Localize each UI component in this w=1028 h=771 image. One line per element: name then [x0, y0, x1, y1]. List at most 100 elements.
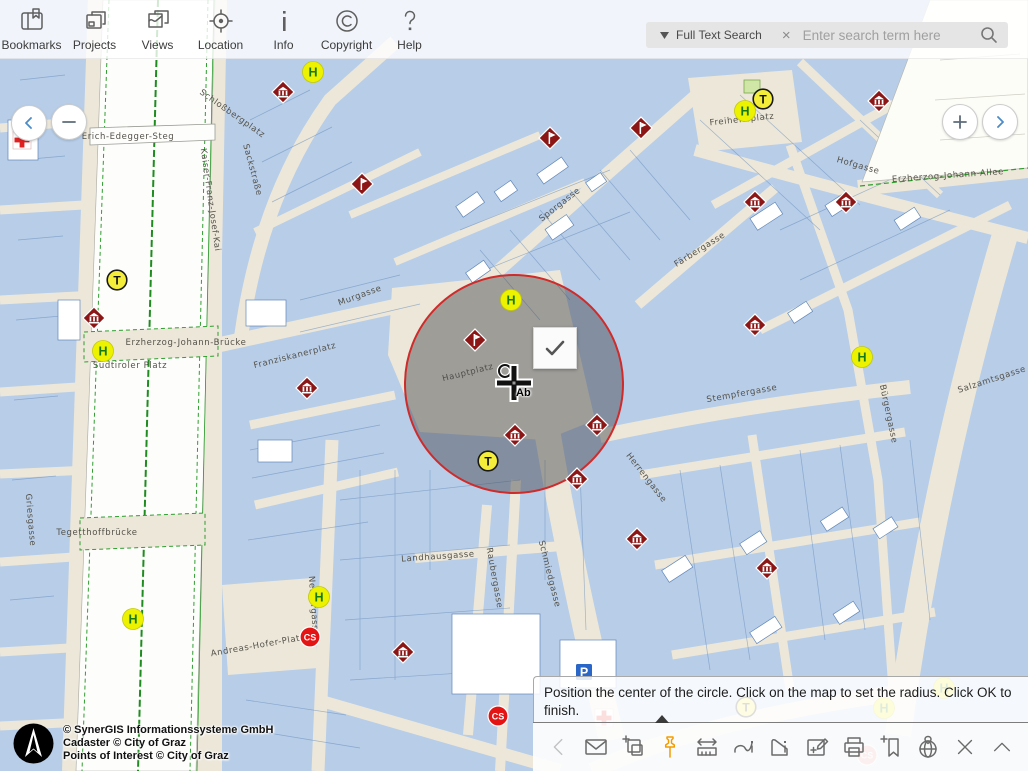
zoom-out-button[interactable] [51, 104, 87, 140]
poi-museum-marker[interactable] [866, 88, 892, 114]
copyright-button[interactable]: Copyright [315, 1, 378, 57]
poi-museum-marker[interactable] [270, 79, 296, 105]
previous-tool-button[interactable] [544, 732, 574, 762]
poi-museum-marker[interactable] [81, 305, 107, 331]
pushpin-tool-button[interactable] [655, 732, 685, 762]
send-mail-button[interactable] [581, 732, 611, 762]
copyright-icon [332, 6, 362, 36]
toolbar-expand-handle[interactable] [655, 715, 669, 723]
location-label: Location [198, 38, 243, 52]
svg-text:H: H [506, 294, 515, 308]
checkmark-icon [542, 335, 568, 361]
poi-bus-stop-marker[interactable]: H [308, 586, 331, 609]
search-submit-button[interactable] [970, 26, 1008, 44]
close-icon [953, 735, 977, 759]
history-back-button[interactable] [11, 105, 47, 141]
search-icon [980, 26, 998, 44]
search-category-label: Full Text Search [676, 28, 762, 42]
globe-pin-icon [915, 734, 941, 760]
svg-text:H: H [857, 351, 866, 365]
poi-museum-marker[interactable] [294, 375, 320, 401]
measure-distance-icon [694, 734, 720, 760]
chevron-left-icon [547, 735, 571, 759]
measure-area-info-icon [767, 734, 793, 760]
copyright-line: Points of Interest © City of Graz [63, 750, 273, 763]
poi-flag-marker[interactable] [537, 125, 563, 151]
poi-tram-stop-marker[interactable]: T [477, 450, 500, 473]
poi-bus-stop-marker[interactable]: H [122, 608, 145, 631]
projects-icon [80, 6, 110, 36]
location-button[interactable]: Location [189, 1, 252, 57]
svg-text:H: H [740, 105, 749, 119]
projects-button[interactable]: Projects [63, 1, 126, 57]
print-button[interactable] [839, 732, 869, 762]
poi-museum-marker[interactable] [742, 312, 768, 338]
globe-location-button[interactable] [913, 732, 943, 762]
minus-icon [61, 114, 77, 130]
views-icon [143, 6, 173, 36]
svg-text:T: T [484, 454, 492, 468]
poi-tram-stop-marker[interactable]: T [752, 88, 775, 111]
add-bookmark-button[interactable] [876, 732, 906, 762]
printer-icon [841, 734, 867, 760]
confirm-circle-button[interactable] [533, 327, 577, 369]
poi-flag-marker[interactable] [349, 171, 375, 197]
copyright-line: Cadaster © City of Graz [63, 737, 273, 750]
close-toolbar-button[interactable] [950, 732, 980, 762]
poi-cs-marker[interactable]: CS [487, 705, 509, 727]
bottom-panel: Position the center of the circle. Click… [533, 676, 1028, 771]
help-label: Help [397, 38, 422, 52]
poi-museum-marker[interactable] [754, 555, 780, 581]
svg-text:H: H [314, 591, 323, 605]
measure-distance-button[interactable] [692, 732, 722, 762]
poi-flag-marker[interactable] [628, 115, 654, 141]
poi-museum-marker[interactable] [584, 412, 610, 438]
copy-selection-button[interactable] [618, 732, 648, 762]
info-icon [269, 6, 299, 36]
edit-square-icon [804, 734, 830, 760]
svg-text:T: T [759, 92, 767, 106]
info-button[interactable]: Info [252, 1, 315, 57]
bookmarks-button[interactable]: Bookmarks [0, 1, 63, 57]
status-message: Position the center of the circle. Click… [544, 685, 1011, 718]
poi-cs-marker[interactable]: CS [299, 626, 321, 648]
poi-museum-marker[interactable] [502, 422, 528, 448]
pushpin-icon [657, 734, 683, 760]
chevron-left-icon [22, 116, 36, 130]
info-label: Info [273, 38, 293, 52]
views-button[interactable]: Views [126, 1, 189, 57]
poi-museum-marker[interactable] [564, 466, 590, 492]
poi-bus-stop-marker[interactable]: H [851, 346, 874, 369]
redlining-edit-button[interactable] [802, 732, 832, 762]
bookmarks-icon [17, 6, 47, 36]
poi-bus-stop-marker[interactable]: H [92, 340, 115, 363]
history-forward-button[interactable] [982, 104, 1018, 140]
help-button[interactable]: Help [378, 1, 441, 57]
envelope-icon [583, 734, 609, 760]
tools-toolbar [533, 722, 1028, 771]
poi-tram-stop-marker[interactable]: T [106, 269, 129, 292]
poi-bus-stop-marker[interactable]: H [302, 61, 325, 84]
copyright-attribution: © SynerGIS Informationssysteme GmbH Cada… [12, 722, 273, 765]
poi-flag-marker[interactable] [462, 327, 488, 353]
location-icon [206, 6, 236, 36]
search-input[interactable] [801, 27, 970, 44]
svg-text:CS: CS [304, 633, 317, 643]
copyright-line: © SynerGIS Informationssysteme GmbH [63, 724, 273, 737]
poi-museum-marker[interactable] [390, 639, 416, 665]
measure-area-button[interactable] [765, 732, 795, 762]
poi-museum-marker[interactable] [833, 189, 859, 215]
search-category-dropdown[interactable]: Full Text Search [646, 28, 772, 42]
measure-line-button[interactable] [729, 732, 759, 762]
poi-bus-stop-marker[interactable]: H [500, 289, 523, 312]
poi-marker-layer: HHHHHHHHHTTTTCSCSCSP [0, 0, 1028, 771]
svg-text:CS: CS [492, 712, 505, 722]
search-clear-icon[interactable]: × [772, 27, 801, 44]
projects-label: Projects [73, 38, 116, 52]
measure-line-info-icon [731, 734, 757, 760]
zoom-in-button[interactable] [942, 104, 978, 140]
help-icon [395, 6, 425, 36]
poi-museum-marker[interactable] [624, 526, 650, 552]
collapse-toolbar-button[interactable] [987, 732, 1017, 762]
poi-museum-marker[interactable] [742, 189, 768, 215]
